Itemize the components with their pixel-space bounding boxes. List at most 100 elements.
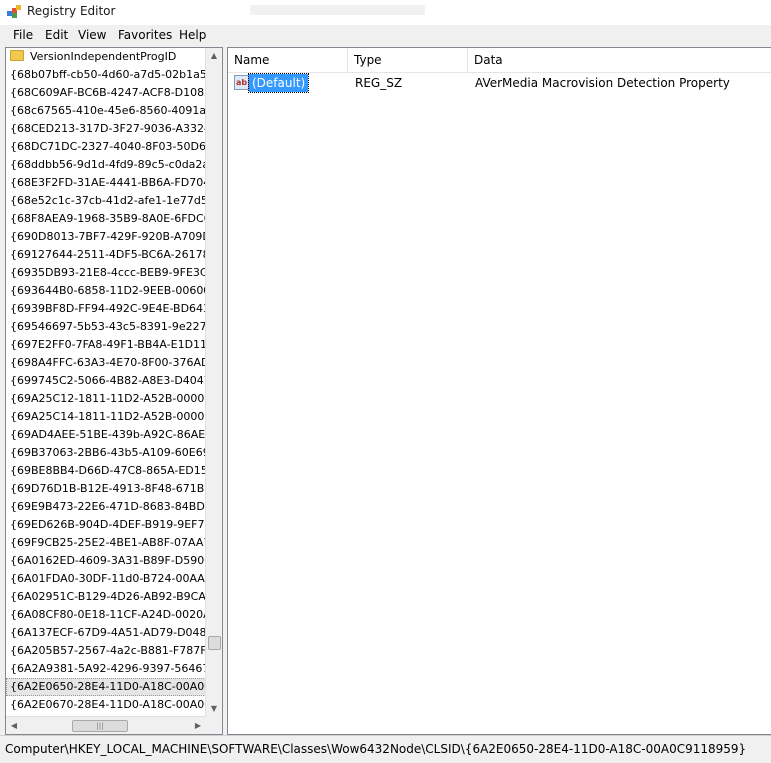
tree-item-label: {6A2A9381-5A92-4296-9397-564673A [10, 662, 206, 675]
tree-item-label: {69A25C12-1811-11D2-A52B-0000F80 [10, 392, 206, 405]
tree-item[interactable]: {6A08CF80-0E18-11CF-A24D-0020AF [6, 606, 206, 624]
tree-item[interactable]: {69F9CB25-25E2-4BE1-AB8F-07AA7C [6, 534, 206, 552]
tree-vertical-scrollbar[interactable]: ▲ ▼ [205, 48, 222, 717]
scroll-up-arrow-icon[interactable]: ▲ [206, 48, 222, 64]
tree-item[interactable]: {68F8AEA9-1968-35B9-8A0E-6FDC63 [6, 210, 206, 228]
tree-item[interactable]: {6939BF8D-FF94-492C-9E4E-BD6439D [6, 300, 206, 318]
tree-item-label: {69B37063-2BB6-43b5-A109-60E69A7 [10, 446, 206, 459]
menu-file[interactable]: File [10, 28, 36, 42]
tree-item-label: {6935DB93-21E8-4ccc-BEB9-9FE3C77 [10, 266, 206, 279]
tree-item[interactable]: {6A01FDA0-30DF-11d0-B724-00AA00 [6, 570, 206, 588]
vertical-scroll-thumb[interactable] [208, 636, 221, 650]
tree-item-label: {6A0162ED-4609-3A31-B89F-D590CC [10, 554, 206, 567]
tree-item[interactable]: {69A25C14-1811-11D2-A52B-0000F80 [6, 408, 206, 426]
menu-bar: File Edit View Favorites Help [0, 25, 771, 46]
tree-item-label: {69ED626B-904D-4DEF-B919-9EF7E4E [10, 518, 206, 531]
tree-item[interactable]: {6A205B57-2567-4a2c-B881-F787FAB [6, 642, 206, 660]
title-bar: Registry Editor [0, 0, 771, 25]
tree-item-label: {6A2E0650-28E4-11D0-A18C-00A0C9 [10, 680, 206, 693]
tree-item-label: {69A25C14-1811-11D2-A52B-0000F80 [10, 410, 206, 423]
tree-item[interactable]: {69D76D1B-B12E-4913-8F48-671B901 [6, 480, 206, 498]
value-data: AVerMedia Macrovision Detection Property [475, 76, 730, 90]
tree-item-label: {698A4FFC-63A3-4E70-8F00-376AD29 [10, 356, 206, 369]
horizontal-scroll-thumb[interactable]: ||| [72, 720, 128, 732]
tree-item-label: {68DC71DC-2327-4040-8F03-50D6A9 [10, 140, 206, 153]
tree-item[interactable]: {699745C2-5066-4B82-A8E3-D40478D [6, 372, 206, 390]
tree-item[interactable]: {69BE8BB4-D66D-47C8-865A-ED1589 [6, 462, 206, 480]
tree-item[interactable]: {69ED626B-904D-4DEF-B919-9EF7E4E [6, 516, 206, 534]
registry-tree[interactable]: VersionIndependentProgID {68b07bff-cb50-4… [5, 47, 223, 735]
registry-editor-icon [7, 5, 21, 18]
tree-item[interactable]: {697E2FF0-7FA8-49F1-BB4A-E1D115A [6, 336, 206, 354]
value-name[interactable]: (Default) [247, 73, 310, 93]
tree-item-label: {693644B0-6858-11D2-9EEB-0060080 [10, 284, 206, 297]
tree-item[interactable]: {6A2E0670-28E4-11D0-A18C-00A0C9 [6, 696, 206, 714]
menu-help[interactable]: Help [176, 28, 209, 42]
tree-item[interactable]: {69546697-5b53-43c5-8391-9e227b54 [6, 318, 206, 336]
tree-item-label: {690D8013-7BF7-429F-920B-A709D3F [10, 230, 206, 243]
tree-item[interactable]: {69127644-2511-4DF5-BC6A-2617825 [6, 246, 206, 264]
scroll-left-arrow-icon[interactable]: ◀ [6, 717, 22, 734]
tree-item[interactable]: {6A2E0650-28E4-11D0-A18C-00A0C9 [6, 678, 206, 696]
tree-item-label: {68c67565-410e-45e6-8560-4091ae19 [10, 104, 206, 117]
column-header: Name Type Data [228, 48, 771, 73]
tree-item-label: {68e52c1c-37cb-41d2-afe1-1e77d5f1 [10, 194, 206, 207]
tree-item-label: {6A01FDA0-30DF-11d0-B724-00AA00 [10, 572, 206, 585]
tree-item-label: {69F9CB25-25E2-4BE1-AB8F-07AA7C [10, 536, 206, 549]
tree-item[interactable]: {6A137ECF-67D9-4A51-AD79-D048F9 [6, 624, 206, 642]
tree-item-label: {69E9B473-22E6-471D-8683-84BD1E4 [10, 500, 206, 513]
tree-item[interactable]: {68e52c1c-37cb-41d2-afe1-1e77d5f1 [6, 192, 206, 210]
tree-list: VersionIndependentProgID {68b07bff-cb50-4… [6, 48, 206, 714]
tree-item[interactable]: {6A0162ED-4609-3A31-B89F-D590CC [6, 552, 206, 570]
scroll-down-arrow-icon[interactable]: ▼ [206, 701, 222, 717]
tree-item[interactable]: {6935DB93-21E8-4ccc-BEB9-9FE3C77 [6, 264, 206, 282]
tree-item[interactable]: {693644B0-6858-11D2-9EEB-0060080 [6, 282, 206, 300]
tree-item-label: {68CED213-317D-3F27-9036-A33240D [10, 122, 206, 135]
menu-favorites[interactable]: Favorites [115, 28, 175, 42]
tree-item-label: {68b07bff-cb50-4d60-a7d5-02b1a523 [10, 68, 206, 81]
tree-item[interactable]: {68C609AF-BC6B-4247-ACF8-D10831 [6, 84, 206, 102]
tree-item-label: {68C609AF-BC6B-4247-ACF8-D10831 [10, 86, 206, 99]
tree-item-label: {6939BF8D-FF94-492C-9E4E-BD6439D [10, 302, 206, 315]
menu-view[interactable]: View [75, 28, 109, 42]
tree-item-label: {69BE8BB4-D66D-47C8-865A-ED1589 [10, 464, 206, 477]
tree-item[interactable]: {6A2A9381-5A92-4296-9397-564673A [6, 660, 206, 678]
tree-item[interactable]: {68ddbb56-9d1d-4fd9-89c5-c0da2a6 [6, 156, 206, 174]
tree-item-label: {6A137ECF-67D9-4A51-AD79-D048F9 [10, 626, 206, 639]
status-path: Computer\HKEY_LOCAL_MACHINE\SOFTWARE\Cla… [5, 742, 747, 756]
tree-item[interactable]: {69B37063-2BB6-43b5-A109-60E69A7 [6, 444, 206, 462]
scroll-right-arrow-icon[interactable]: ▶ [190, 717, 206, 734]
tree-item[interactable]: {68b07bff-cb50-4d60-a7d5-02b1a523 [6, 66, 206, 84]
tree-item[interactable]: {68CED213-317D-3F27-9036-A33240D [6, 120, 206, 138]
menu-edit[interactable]: Edit [42, 28, 71, 42]
main-panes: VersionIndependentProgID {68b07bff-cb50-4… [0, 45, 771, 735]
window-title: Registry Editor [27, 4, 116, 18]
tree-item[interactable]: {69AD4AEE-51BE-439b-A92C-86AE49 [6, 426, 206, 444]
tree-item-versionindependentprogid[interactable]: VersionIndependentProgID [6, 48, 206, 66]
column-type-header[interactable]: Type [348, 48, 468, 72]
value-row[interactable]: ab (Default) REG_SZ AVerMedia Macrovisio… [228, 73, 771, 93]
tree-item[interactable]: {69A25C12-1811-11D2-A52B-0000F80 [6, 390, 206, 408]
tree-item-label: {6A2E0670-28E4-11D0-A18C-00A0C9 [10, 698, 206, 711]
value-type: REG_SZ [355, 76, 403, 90]
tree-horizontal-scrollbar[interactable]: ◀ ||| ▶ [6, 716, 206, 734]
tree-item[interactable]: {6A02951C-B129-4D26-AB92-B9CA19 [6, 588, 206, 606]
tree-item-label: {697E2FF0-7FA8-49F1-BB4A-E1D115A [10, 338, 206, 351]
tree-item[interactable]: {68c67565-410e-45e6-8560-4091ae19 [6, 102, 206, 120]
scrollbar-corner [206, 717, 222, 734]
tree-item-label: {68E3F2FD-31AE-4441-BB6A-FD70475 [10, 176, 206, 189]
title-watermark [250, 5, 425, 15]
column-name-header[interactable]: Name [228, 48, 348, 72]
tree-item-label: {68F8AEA9-1968-35B9-8A0E-6FDC63 [10, 212, 206, 225]
values-pane[interactable]: Name Type Data ab (Default) REG_SZ AVerM… [227, 47, 771, 735]
column-data-header[interactable]: Data [468, 48, 771, 72]
tree-item[interactable]: {69E9B473-22E6-471D-8683-84BD1E4 [6, 498, 206, 516]
tree-item[interactable]: {68E3F2FD-31AE-4441-BB6A-FD70475 [6, 174, 206, 192]
tree-item-label: {6A205B57-2567-4a2c-B881-F787FAB [10, 644, 206, 657]
tree-item[interactable]: {68DC71DC-2327-4040-8F03-50D6A9 [6, 138, 206, 156]
tree-item[interactable]: {690D8013-7BF7-429F-920B-A709D3F [6, 228, 206, 246]
folder-icon [10, 50, 24, 61]
reg-string-icon: ab [234, 75, 249, 90]
tree-item-label: VersionIndependentProgID [30, 50, 177, 63]
tree-item[interactable]: {698A4FFC-63A3-4E70-8F00-376AD29 [6, 354, 206, 372]
